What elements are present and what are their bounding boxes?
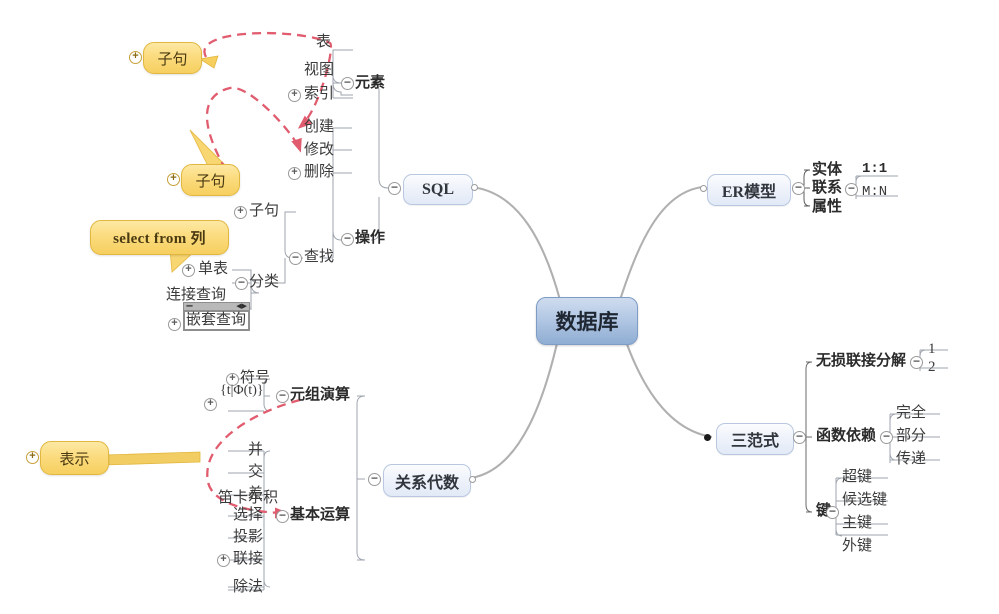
toggle-callout-clause-mid[interactable]: +: [167, 173, 180, 186]
node-find[interactable]: 查找: [304, 248, 334, 266]
node-one-to-one[interactable]: 1:1: [862, 160, 887, 178]
toggle-relational-algebra[interactable]: −: [368, 472, 381, 486]
node-join[interactable]: 联接: [233, 550, 263, 568]
toggle-nested-query[interactable]: +: [168, 318, 181, 331]
node-lossless-2[interactable]: 2: [928, 358, 936, 376]
node-super-key[interactable]: 超键: [842, 468, 872, 486]
node-lossless-1[interactable]: 1: [928, 340, 936, 358]
toggle-find[interactable]: −: [289, 251, 302, 265]
root-node[interactable]: 数据库: [536, 297, 638, 345]
toggle-relation[interactable]: −: [845, 182, 858, 196]
node-single-table[interactable]: 单表: [198, 260, 228, 278]
node-division[interactable]: 除法: [233, 578, 263, 596]
toggle-callout-express[interactable]: +: [26, 451, 39, 464]
toggle-index[interactable]: +: [288, 89, 301, 102]
node-entity[interactable]: 实体: [812, 161, 842, 179]
toggle-join[interactable]: +: [217, 554, 230, 567]
toggle-er-model[interactable]: −: [792, 181, 805, 195]
node-table[interactable]: 表: [316, 33, 331, 51]
er-end-connector: [700, 185, 707, 192]
node-tuple-calculus[interactable]: 元组演算: [290, 386, 350, 404]
toggle-classify[interactable]: −: [235, 276, 248, 290]
callout-select-from-label: select from 列: [113, 231, 206, 247]
root-label: 数据库: [555, 310, 619, 334]
titlebar-arrows: ◀▶: [236, 303, 247, 310]
node-normal-form-label: 三范式: [730, 433, 779, 450]
callout-clause-top-label: 子句: [157, 51, 188, 68]
node-nested-query[interactable]: 嵌套查询: [186, 311, 246, 329]
node-candidate-key[interactable]: 候选键: [842, 491, 887, 509]
node-fd-transitive[interactable]: 传递: [896, 450, 926, 468]
node-relational-algebra[interactable]: 关系代数: [383, 464, 471, 497]
toggle-operation[interactable]: −: [341, 232, 354, 246]
toggle-element[interactable]: −: [341, 76, 354, 90]
toggle-tuple-expression[interactable]: +: [204, 398, 217, 411]
node-element[interactable]: 元素: [355, 74, 385, 92]
node-projection[interactable]: 投影: [233, 528, 263, 546]
normal-form-root-dot: [704, 434, 711, 441]
toggle-delete[interactable]: +: [288, 167, 301, 180]
node-basic-operations[interactable]: 基本运算: [290, 506, 350, 524]
node-index[interactable]: 索引: [304, 85, 334, 103]
node-view[interactable]: 视图: [304, 61, 334, 79]
toggle-single-table[interactable]: +: [182, 264, 195, 277]
node-many-to-many[interactable]: M:N: [862, 183, 887, 201]
toggle-lossless-join[interactable]: −: [910, 355, 923, 369]
node-fd-full[interactable]: 完全: [896, 404, 926, 422]
toggle-sql[interactable]: −: [388, 181, 401, 195]
node-intersect[interactable]: 交: [248, 463, 263, 481]
toggle-callout-clause-top[interactable]: +: [129, 51, 142, 64]
toggle-tuple-calculus[interactable]: −: [276, 389, 289, 403]
mindmap-canvas: 数据库 SQL − 元素 − 表 视图 索引 + 操作 − 创建 修改 删除 +…: [0, 0, 999, 614]
callout-clause-mid-label: 子句: [195, 173, 226, 190]
callout-express-label: 表示: [59, 451, 90, 468]
node-fd-partial[interactable]: 部分: [896, 427, 926, 445]
toggle-normal-form[interactable]: −: [793, 430, 806, 444]
toggle-find-clause[interactable]: +: [234, 206, 247, 219]
node-modify[interactable]: 修改: [304, 141, 334, 159]
node-sql[interactable]: SQL: [403, 174, 473, 205]
node-selection[interactable]: 选择: [233, 506, 263, 524]
toggle-basic-operations[interactable]: −: [276, 509, 289, 523]
node-union[interactable]: 并: [248, 441, 263, 459]
node-relational-algebra-label: 关系代数: [394, 474, 459, 492]
callout-clause-top[interactable]: 子句: [143, 42, 202, 74]
algebra-end-connector: [469, 476, 476, 483]
node-er-model-label: ER模型: [721, 184, 777, 201]
callout-express[interactable]: 表示: [40, 441, 109, 475]
node-find-clause[interactable]: 子句: [249, 202, 279, 220]
titlebar-dots: ▪▪▪▪: [186, 303, 193, 310]
node-foreign-key[interactable]: 外键: [842, 537, 872, 555]
callout-clause-mid[interactable]: 子句: [181, 164, 240, 196]
node-primary-key[interactable]: 主键: [842, 514, 872, 532]
toggle-functional-dependency[interactable]: −: [880, 430, 893, 444]
node-lossless-join[interactable]: 无损联接分解: [816, 352, 906, 370]
node-classify[interactable]: 分类: [249, 273, 279, 291]
node-relation[interactable]: 联系: [812, 179, 842, 197]
node-sql-label: SQL: [421, 180, 454, 198]
node-cartesian-product[interactable]: 笛卡尔积: [218, 489, 278, 507]
node-tuple-expression[interactable]: {t|Φ(t)}: [220, 382, 264, 400]
node-normal-form[interactable]: 三范式: [716, 423, 794, 455]
node-er-model[interactable]: ER模型: [707, 174, 791, 206]
node-delete[interactable]: 删除: [304, 163, 334, 181]
node-operation[interactable]: 操作: [355, 229, 385, 247]
sql-end-connector: [471, 184, 478, 191]
node-create[interactable]: 创建: [304, 118, 334, 136]
toggle-key[interactable]: −: [826, 505, 839, 519]
callout-select-from[interactable]: select from 列: [90, 220, 229, 255]
node-functional-dependency[interactable]: 函数依赖: [816, 427, 876, 445]
node-attribute[interactable]: 属性: [812, 198, 842, 216]
